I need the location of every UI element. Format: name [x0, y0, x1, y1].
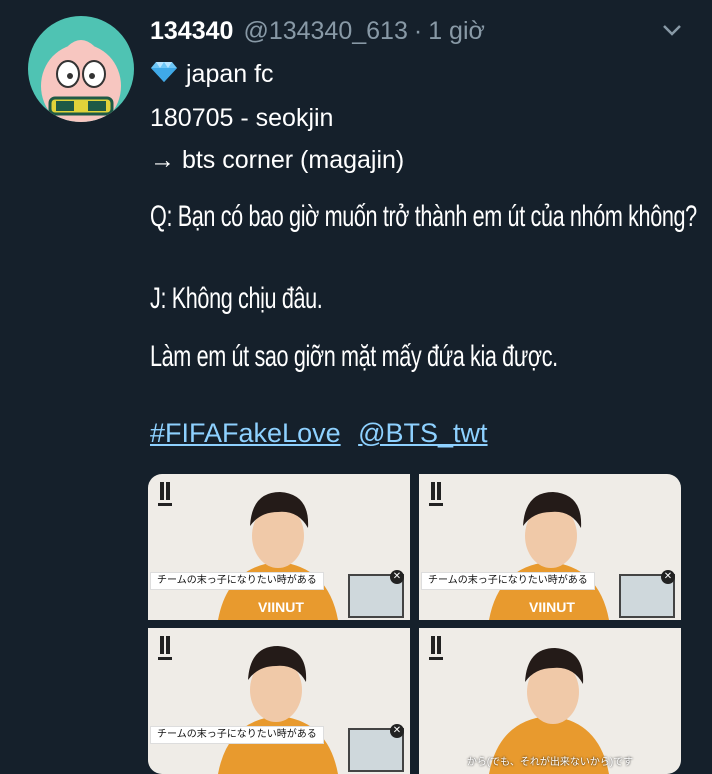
media-thumbnail[interactable]: から(でも、それが出来ないから)です: [419, 628, 681, 774]
jp-subtitle: チームの末っ子になりたい時がある: [421, 572, 595, 590]
chevron-down-icon[interactable]: [660, 18, 684, 42]
tweet-text-line: japan fc: [186, 60, 274, 88]
jp-subtitle: チームの末っ子になりたい時がある: [150, 572, 324, 590]
mention-link[interactable]: @BTS_twt: [358, 418, 487, 448]
close-icon[interactable]: ✕: [661, 570, 675, 584]
avatar[interactable]: [28, 16, 134, 122]
quote-line: J: Không chịu đâu.: [150, 282, 323, 315]
media-thumbnail[interactable]: VIINUT チームの末っ子になりたい時がある ✕: [148, 474, 410, 620]
video-caption: から(でも、それが出来ないから)です: [466, 757, 634, 768]
close-icon[interactable]: ✕: [390, 570, 404, 584]
media-thumbnail[interactable]: VIINUT チームの末っ子になりたい時がある ✕: [419, 474, 681, 620]
display-name[interactable]: 134340: [150, 17, 233, 46]
media-grid: VIINUT チームの末っ子になりたい時がある ✕ VIINUT チームの末っ子…: [148, 474, 681, 774]
user-handle[interactable]: @134340_613: [243, 17, 407, 46]
close-icon[interactable]: ✕: [390, 724, 404, 738]
tweet-text-line: 180705 - seokjin: [150, 104, 334, 132]
tweet-links: #FIFAFakeLove @BTS_twt: [150, 418, 498, 449]
tweet-header: 134340 @134340_613 · 1 giờ: [150, 14, 692, 48]
jp-subtitle: チームの末っ子になりたい時がある: [150, 726, 324, 744]
quote-line: Làm em út sao giỡn mặt mấy đứa kia được.: [150, 340, 558, 373]
shirt-text: VIINUT: [258, 599, 304, 615]
hashtag-link[interactable]: #FIFAFakeLove: [150, 418, 341, 448]
timestamp[interactable]: 1 giờ: [428, 17, 485, 46]
blue-diamond-icon: [150, 61, 178, 90]
quote-line: Q: Bạn có bao giờ muốn trở thành em út c…: [150, 200, 697, 233]
separator-dot: ·: [413, 16, 423, 45]
media-thumbnail[interactable]: チームの末っ子になりたい時がある ✕: [148, 628, 410, 774]
tweet-text-line: → bts corner (magajin): [150, 146, 405, 174]
peach-character-avatar-icon: [41, 40, 121, 122]
shirt-text: VIINUT: [529, 599, 575, 615]
tweet-line-1: japan fc: [150, 60, 274, 90]
